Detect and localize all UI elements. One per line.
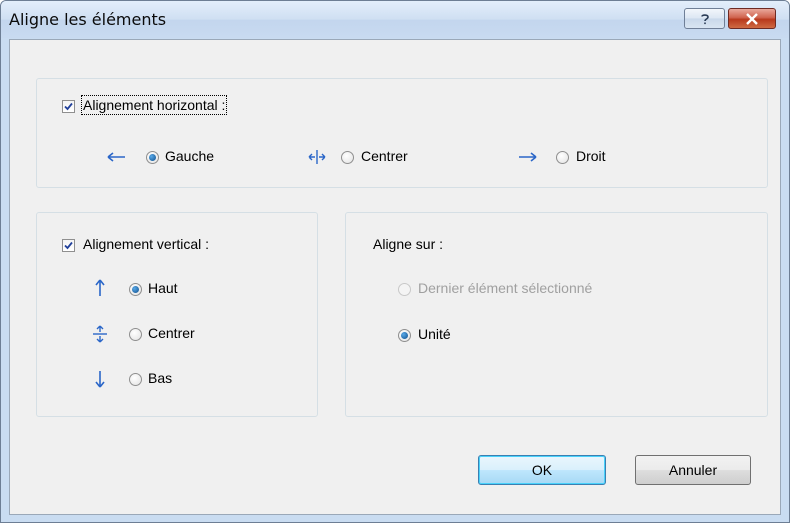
align-to-last-selected-radio[interactable] <box>398 283 411 296</box>
align-to-unit-label[interactable]: Unité <box>418 326 451 342</box>
arrow-down-icon <box>95 371 105 388</box>
arrows-vertical-center-icon <box>93 325 107 343</box>
dialog-window: Aligne les éléments Alignement horizonta… <box>0 0 790 523</box>
arrows-horizontal-center-icon <box>308 150 326 164</box>
arrow-left-icon <box>107 152 125 162</box>
horizontal-left-label[interactable]: Gauche <box>165 148 214 164</box>
help-button[interactable] <box>684 8 725 29</box>
checkmark-icon <box>64 102 73 111</box>
horizontal-right-radio[interactable] <box>556 151 569 164</box>
vertical-bottom-radio[interactable] <box>129 373 142 386</box>
cancel-button[interactable]: Annuler <box>635 455 751 485</box>
align-to-label: Aligne sur : <box>373 236 444 252</box>
vertical-center-radio[interactable] <box>129 328 142 341</box>
horizontal-right-label[interactable]: Droit <box>576 148 606 164</box>
align-to-last-selected-label[interactable]: Dernier élément sélectionné <box>418 280 592 296</box>
vertical-top-radio[interactable] <box>129 283 142 296</box>
horizontal-center-label[interactable]: Centrer <box>361 148 408 164</box>
arrow-up-icon <box>95 279 105 296</box>
vertical-alignment-label[interactable]: Alignement vertical : <box>83 236 209 252</box>
vertical-alignment-checkbox[interactable] <box>62 239 75 252</box>
checkmark-icon <box>64 241 73 250</box>
horizontal-left-radio[interactable] <box>146 151 159 164</box>
horizontal-alignment-label[interactable]: Alignement horizontal : <box>80 95 228 115</box>
dialog-body: Alignement horizontal : Gauche Centrer D… <box>9 39 781 515</box>
align-to-unit-radio[interactable] <box>398 329 411 342</box>
vertical-alignment-group: Alignement vertical : Haut Centrer Bas <box>36 212 318 417</box>
question-mark-icon <box>700 13 709 24</box>
horizontal-alignment-checkbox[interactable] <box>62 100 75 113</box>
arrow-right-icon <box>519 152 537 162</box>
ok-button[interactable]: OK <box>478 455 606 485</box>
close-button[interactable] <box>728 8 776 29</box>
dialog-title: Aligne les éléments <box>9 10 167 29</box>
vertical-top-label[interactable]: Haut <box>148 280 178 296</box>
vertical-bottom-label[interactable]: Bas <box>148 370 172 386</box>
align-to-group: Aligne sur : Dernier élément sélectionné… <box>345 212 768 417</box>
horizontal-alignment-group: Alignement horizontal : Gauche Centrer D… <box>36 78 768 188</box>
vertical-center-label[interactable]: Centrer <box>148 325 195 341</box>
horizontal-center-radio[interactable] <box>341 151 354 164</box>
close-icon <box>746 12 758 25</box>
title-bar[interactable]: Aligne les éléments <box>1 1 789 38</box>
